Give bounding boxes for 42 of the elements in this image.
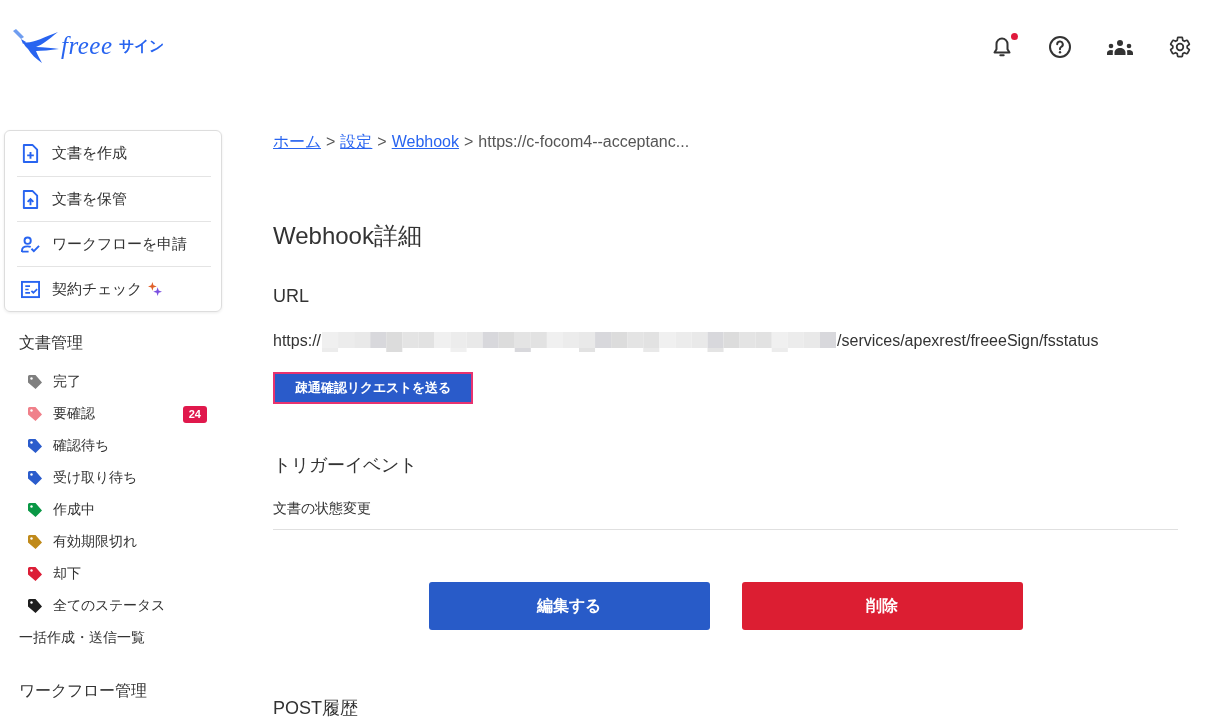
- status-filter-item[interactable]: 確認待ち: [4, 430, 222, 462]
- status-filter-item[interactable]: 却下: [4, 558, 222, 590]
- trigger-event-text: 文書の状態変更: [273, 500, 371, 516]
- url-text: https://: [273, 331, 322, 351]
- section-label: トリガーイベント: [273, 454, 417, 477]
- section-label: URL: [273, 285, 309, 308]
- logo-wordmark: freee: [61, 32, 113, 60]
- breadcrumb-separator: >: [326, 132, 336, 152]
- bulk-list-link[interactable]: 一括作成・送信一覧: [4, 622, 155, 654]
- menu-item[interactable]: 文書を作成: [17, 131, 211, 176]
- menu-item[interactable]: 契約チェック: [17, 266, 211, 311]
- team-icon[interactable]: [1106, 39, 1134, 55]
- section-heading: ワークフロー管理: [19, 681, 147, 701]
- breadcrumb-link[interactable]: ホーム: [273, 130, 321, 154]
- help-icon[interactable]: [1048, 35, 1072, 59]
- page-title: Webhook詳細: [273, 221, 422, 251]
- edit-button[interactable]: 編集する: [428, 582, 710, 630]
- breadcrumb-link[interactable]: 設定: [340, 130, 373, 154]
- status-filter-item[interactable]: 有効期限切れ: [4, 526, 222, 558]
- document-upload-icon: [21, 189, 40, 209]
- send-test-request-button[interactable]: 疎通確認リクエストを送る: [273, 372, 473, 404]
- section-heading: 文書管理: [19, 333, 83, 353]
- logo-product-name: サイン: [118, 36, 164, 56]
- checklist-icon: [21, 279, 40, 299]
- delete-button[interactable]: 削除: [741, 582, 1023, 630]
- section-label: POST履歴: [273, 697, 358, 720]
- breadcrumb-separator: >: [377, 132, 387, 152]
- menu-item[interactable]: ワークフローを申請: [17, 221, 211, 266]
- breadcrumb-separator: >: [464, 132, 474, 152]
- status-filter-item[interactable]: 受け取り待ち: [4, 462, 222, 494]
- menu-item[interactable]: 文書を保管: [17, 176, 211, 221]
- settings-icon[interactable]: [1168, 35, 1192, 59]
- status-filter-item[interactable]: 全てのステータス: [4, 590, 222, 622]
- status-filter-item[interactable]: 要確認 24: [4, 398, 222, 430]
- breadcrumb-current: https://c-focom4--acceptanc...: [478, 132, 690, 152]
- breadcrumb-link[interactable]: Webhook: [391, 130, 459, 154]
- document-plus-icon: [21, 144, 40, 163]
- person-check-icon: [21, 234, 40, 254]
- status-filter-item[interactable]: 作成中: [4, 494, 222, 526]
- count-badge: 24: [182, 405, 207, 423]
- url-text: /services/apexrest/freeeSign/fsstatus: [837, 331, 1099, 351]
- status-filter-item[interactable]: 完了: [4, 366, 222, 398]
